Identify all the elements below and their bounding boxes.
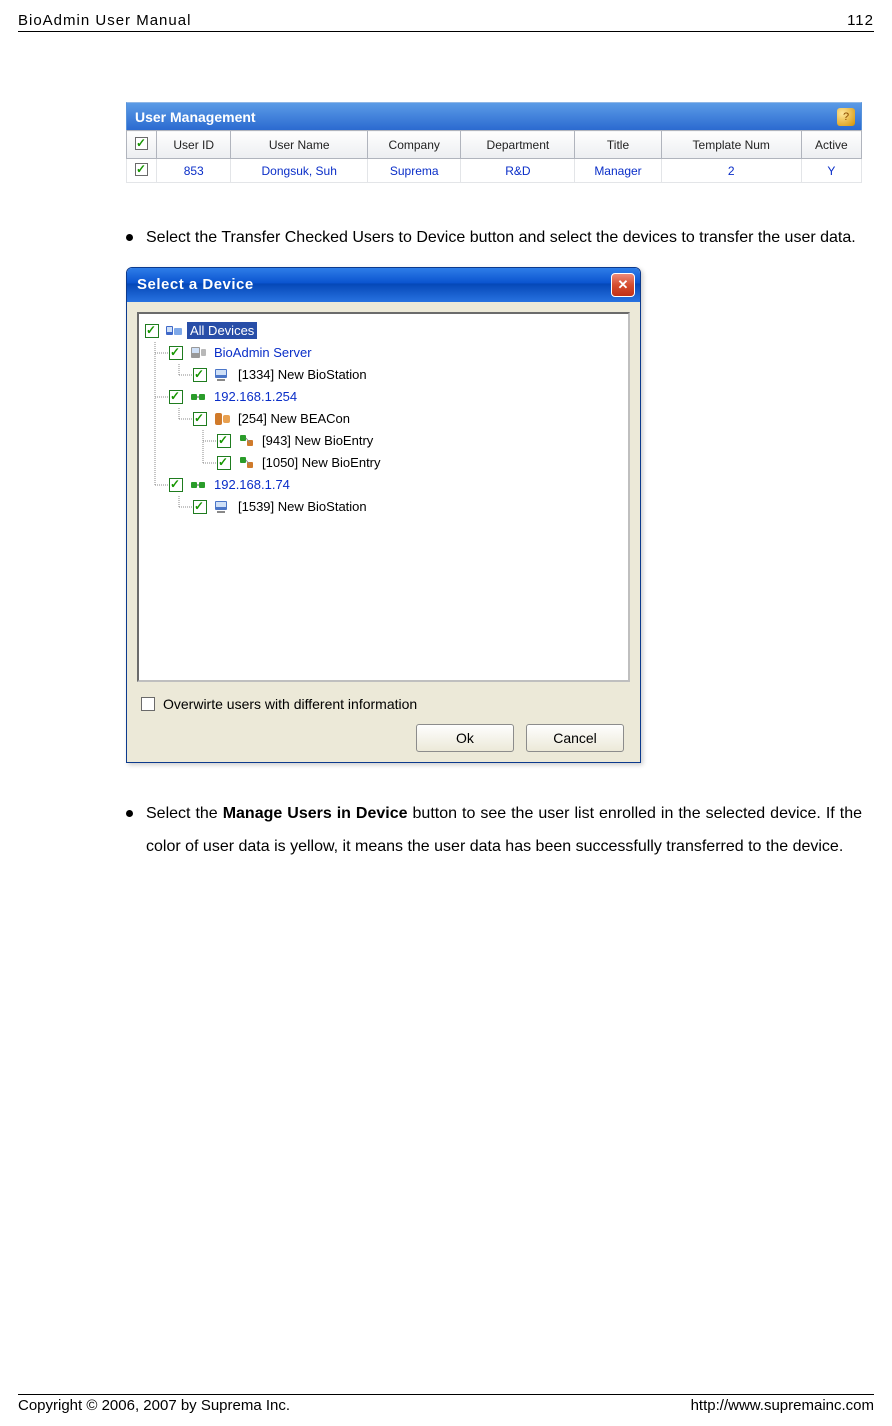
check-icon[interactable]	[217, 434, 231, 448]
user-management-titlebar: User Management ?	[126, 102, 862, 130]
bullet-item-1: Select the Transfer Checked Users to Dev…	[126, 221, 862, 255]
tree-label-ip-74: 192.168.1.74	[211, 476, 293, 493]
bullet-dot-icon	[126, 810, 133, 817]
tree-node-ip-74[interactable]: 192.168.1.74	[145, 474, 622, 496]
dialog-buttons: Ok Cancel	[137, 724, 624, 752]
tree-node-root[interactable]: All Devices	[145, 320, 622, 342]
cell-user-id: 853	[157, 159, 231, 183]
tree-node-server[interactable]: BioAdmin Server	[145, 342, 622, 364]
tree-label-bioentry-943: [943] New BioEntry	[259, 432, 376, 449]
check-icon[interactable]	[169, 478, 183, 492]
bullet-dot-icon	[126, 234, 133, 241]
ok-button[interactable]: Ok	[416, 724, 514, 752]
check-icon[interactable]	[169, 346, 183, 360]
page-footer: Copyright © 2006, 2007 by Suprema Inc. h…	[18, 1394, 874, 1414]
beacon-icon	[212, 410, 232, 428]
cell-department: R&D	[461, 159, 575, 183]
table-header-row: User ID User Name Company Department Tit…	[127, 131, 862, 159]
dialog-body: All Devices BioAdmin Server	[127, 302, 640, 762]
tree-label-ip-254: 192.168.1.254	[211, 388, 300, 405]
page-number: 112	[847, 12, 874, 29]
col-user-name[interactable]: User Name	[231, 131, 367, 159]
tree-label-biostation-1334: [1334] New BioStation	[235, 366, 370, 383]
tree-label-beacon-254: [254] New BEACon	[235, 410, 353, 427]
copyright-text: Copyright © 2006, 2007 by Suprema Inc.	[18, 1397, 290, 1414]
tree-node-biostation-1539[interactable]: [1539] New BioStation	[145, 496, 622, 518]
check-icon[interactable]	[217, 456, 231, 470]
select-device-dialog: Select a Device ✕ All Devices	[126, 267, 641, 763]
check-icon[interactable]	[135, 137, 148, 150]
cancel-button[interactable]: Cancel	[526, 724, 624, 752]
table-row[interactable]: 853 Dongsuk, Suh Suprema R&D Manager 2 Y	[127, 159, 862, 183]
bullet-text-2: Select the Manage Users in Device button…	[146, 797, 862, 864]
col-template-num[interactable]: Template Num	[661, 131, 801, 159]
tree-node-ip-254[interactable]: 192.168.1.254	[145, 386, 622, 408]
server-icon	[188, 344, 208, 362]
device-tree: All Devices BioAdmin Server	[145, 320, 622, 518]
cell-user-name: Dongsuk, Suh	[231, 159, 367, 183]
bioentry-icon	[236, 432, 256, 450]
cell-title: Manager	[575, 159, 661, 183]
devices-icon	[164, 322, 184, 340]
dialog-titlebar[interactable]: Select a Device ✕	[127, 268, 640, 302]
help-icon[interactable]: ?	[837, 108, 855, 126]
biostation-icon	[212, 366, 232, 384]
tree-node-bioentry-943[interactable]: [943] New BioEntry	[145, 430, 622, 452]
tree-label-root: All Devices	[187, 322, 257, 339]
user-management-title: User Management	[135, 109, 256, 125]
col-user-id[interactable]: User ID	[157, 131, 231, 159]
check-icon[interactable]	[193, 368, 207, 382]
manual-title: BioAdmin User Manual	[18, 12, 191, 29]
bullet-text-1: Select the Transfer Checked Users to Dev…	[146, 221, 862, 255]
check-icon[interactable]	[135, 163, 148, 176]
tree-node-bioentry-1050[interactable]: [1050] New BioEntry	[145, 452, 622, 474]
cell-template-num: 2	[661, 159, 801, 183]
tree-label-server: BioAdmin Server	[211, 344, 315, 361]
main-content: User Management ? User ID User Name Comp…	[18, 102, 874, 864]
bullet-item-2: Select the Manage Users in Device button…	[126, 797, 862, 864]
bullet2-bold: Manage Users in Device	[223, 805, 408, 822]
bioentry-icon	[236, 454, 256, 472]
check-icon[interactable]	[169, 390, 183, 404]
biostation-icon	[212, 498, 232, 516]
network-icon	[188, 476, 208, 494]
col-title[interactable]: Title	[575, 131, 661, 159]
user-management-table: User ID User Name Company Department Tit…	[126, 130, 862, 183]
overwrite-checkbox[interactable]	[141, 697, 155, 711]
page-header: BioAdmin User Manual 112	[18, 12, 874, 32]
device-tree-panel[interactable]: All Devices BioAdmin Server	[137, 312, 630, 682]
overwrite-option[interactable]: Overwirte users with different informati…	[141, 696, 630, 712]
overwrite-label: Overwirte users with different informati…	[163, 696, 417, 712]
checkbox-header[interactable]	[127, 131, 157, 159]
col-company[interactable]: Company	[367, 131, 461, 159]
check-icon[interactable]	[145, 324, 159, 338]
bullet2-prefix: Select the	[146, 805, 223, 822]
tree-node-beacon-254[interactable]: [254] New BEACon	[145, 408, 622, 430]
user-management-panel: User Management ? User ID User Name Comp…	[126, 102, 862, 183]
network-icon	[188, 388, 208, 406]
check-icon[interactable]	[193, 412, 207, 426]
tree-label-biostation-1539: [1539] New BioStation	[235, 498, 370, 515]
dialog-title: Select a Device	[137, 276, 254, 293]
footer-url: http://www.supremainc.com	[691, 1397, 874, 1414]
close-icon[interactable]: ✕	[611, 273, 635, 297]
cell-company: Suprema	[367, 159, 461, 183]
tree-label-bioentry-1050: [1050] New BioEntry	[259, 454, 384, 471]
row-checkbox-cell[interactable]	[127, 159, 157, 183]
col-department[interactable]: Department	[461, 131, 575, 159]
cell-active: Y	[801, 159, 861, 183]
check-icon[interactable]	[193, 500, 207, 514]
col-active[interactable]: Active	[801, 131, 861, 159]
tree-node-biostation-1334[interactable]: [1334] New BioStation	[145, 364, 622, 386]
